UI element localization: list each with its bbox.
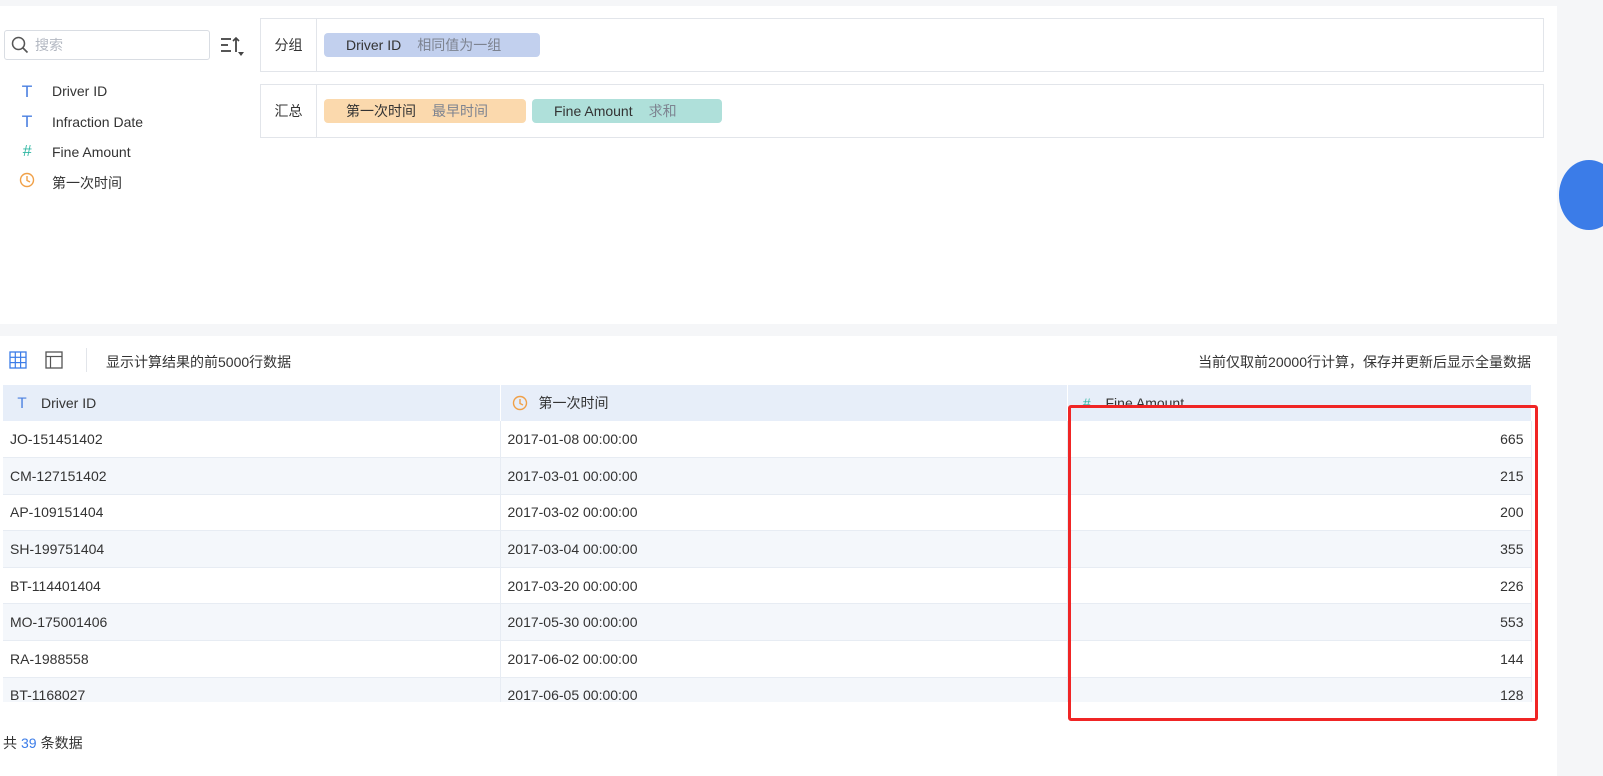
- footer-suffix: 条数据: [40, 735, 83, 751]
- field-item-fine-amount[interactable]: # Fine Amount: [14, 137, 143, 168]
- side-panel-toggle[interactable]: [1559, 160, 1603, 230]
- summary-chip-fine-amount[interactable]: Fine Amount 求和: [532, 99, 722, 123]
- cell-fine-amount: 665: [1067, 421, 1532, 459]
- cell-first-time: 2017-03-20 00:00:00: [500, 567, 1068, 605]
- pivot-view-icon[interactable]: [45, 351, 63, 369]
- text-type-icon: T: [22, 112, 32, 132]
- number-type-icon: #: [1082, 395, 1091, 411]
- field-label: 第一次时间: [52, 174, 122, 191]
- footer-prefix: 共: [3, 735, 17, 751]
- cell-first-time: 2017-01-08 00:00:00: [500, 421, 1068, 459]
- cell-driver-id: AP-109151404: [3, 494, 501, 532]
- field-list: T Driver ID T Infraction Date # Fine Amo…: [14, 76, 143, 198]
- cell-driver-id: MO-175001406: [3, 603, 501, 642]
- cell-fine-amount: 144: [1067, 640, 1532, 678]
- search-input[interactable]: [35, 37, 195, 53]
- cell-first-time: 2017-03-01 00:00:00: [500, 457, 1068, 495]
- chip-mode: 求和: [648, 103, 677, 119]
- row-count: 39: [21, 735, 37, 751]
- calculation-limit-note: 当前仅取前20000行计算，保存并更新后显示全量数据: [1198, 354, 1531, 370]
- sort-fields-button[interactable]: [218, 34, 246, 60]
- field-label: Fine Amount: [52, 144, 131, 161]
- column-header-label: 第一次时间: [538, 395, 609, 411]
- text-type-icon: T: [22, 81, 32, 101]
- column-header-label: Driver ID: [41, 394, 97, 411]
- cell-fine-amount: 355: [1067, 530, 1532, 568]
- search-icon: [11, 36, 29, 54]
- cell-first-time: 2017-05-30 00:00:00: [500, 603, 1068, 642]
- chip-field: Fine Amount: [554, 103, 633, 119]
- text-type-icon: T: [17, 395, 27, 412]
- table-row: SH-199751404 2017-03-04 00:00:00 355: [3, 530, 1532, 568]
- cell-driver-id: RA-1988558: [3, 640, 501, 678]
- toolbar-divider: [86, 348, 87, 372]
- table-row: AP-109151404 2017-03-02 00:00:00 200: [3, 494, 1532, 532]
- column-header-driver-id[interactable]: T Driver ID: [3, 385, 501, 421]
- cell-first-time: 2017-03-04 00:00:00: [500, 530, 1068, 568]
- cell-first-time: 2017-06-05 00:00:00: [500, 677, 1068, 702]
- field-item-driver-id[interactable]: T Driver ID: [14, 76, 143, 107]
- table-header-row: T Driver ID 第一次时间 # Fine Amount: [3, 385, 1532, 421]
- table-row: RA-1988558 2017-06-02 00:00:00 144: [3, 640, 1532, 678]
- cell-driver-id: JO-151451402: [3, 421, 501, 459]
- table-row: JO-151451402 2017-01-08 00:00:00 665: [3, 421, 1532, 459]
- table-row: CM-127151402 2017-03-01 00:00:00 215: [3, 457, 1532, 495]
- config-panel: T Driver ID T Infraction Date # Fine Amo…: [0, 6, 1557, 324]
- table-row: MO-175001406 2017-05-30 00:00:00 553: [3, 603, 1532, 642]
- date-type-icon: [511, 395, 529, 411]
- table-row: BT-114401404 2017-03-20 00:00:00 226: [3, 567, 1532, 605]
- chip-field: 第一次时间: [346, 103, 416, 119]
- cell-fine-amount: 553: [1067, 603, 1532, 642]
- field-search-box[interactable]: [4, 30, 210, 60]
- cell-fine-amount: 215: [1067, 457, 1532, 495]
- field-item-first-time[interactable]: 第一次时间: [14, 168, 143, 199]
- results-table: T Driver ID 第一次时间 # Fine Amount JO-1514514…: [3, 385, 1532, 702]
- summary-zone-label: 汇总: [261, 85, 317, 137]
- results-table-viewport[interactable]: T Driver ID 第一次时间 # Fine Amount JO-1514514…: [0, 385, 1557, 702]
- row-limit-note: 显示计算结果的前5000行数据: [106, 354, 292, 370]
- cell-fine-amount: 200: [1067, 494, 1532, 532]
- cell-first-time: 2017-06-02 00:00:00: [500, 640, 1068, 678]
- number-type-icon: #: [22, 143, 32, 161]
- column-header-fine-amount[interactable]: # Fine Amount: [1067, 385, 1532, 421]
- chip-mode: 相同值为一组: [417, 37, 502, 53]
- cell-driver-id: BT-114401404: [3, 567, 501, 605]
- cell-driver-id: BT-1168027: [3, 677, 501, 702]
- results-panel: 显示计算结果的前5000行数据 当前仅取前20000行计算，保存并更新后显示全量…: [0, 336, 1557, 776]
- column-header-first-time[interactable]: 第一次时间: [500, 385, 1068, 421]
- group-zone-label: 分组: [261, 19, 317, 71]
- date-type-icon: [14, 172, 40, 193]
- cell-driver-id: SH-199751404: [3, 530, 501, 568]
- summary-zone[interactable]: 汇总 第一次时间 最早时间 Fine Amount 求和: [260, 84, 1544, 138]
- field-label: Driver ID: [52, 83, 108, 100]
- grid-view-icon[interactable]: [9, 351, 27, 369]
- group-zone[interactable]: 分组 Driver ID 相同值为一组: [260, 18, 1544, 72]
- summary-chip-first-time[interactable]: 第一次时间 最早时间: [324, 99, 526, 123]
- chip-mode: 最早时间: [432, 103, 488, 119]
- table-row: BT-1168027 2017-06-05 00:00:00 128: [3, 677, 1532, 702]
- cell-driver-id: CM-127151402: [3, 457, 501, 495]
- chip-field: Driver ID: [346, 37, 402, 53]
- field-item-infraction-date[interactable]: T Infraction Date: [14, 107, 143, 138]
- results-toolbar: 显示计算结果的前5000行数据 当前仅取前20000行计算，保存并更新后显示全量…: [0, 336, 1557, 384]
- sort-icon: [221, 36, 244, 56]
- row-count-footer: 共 39 条数据: [3, 733, 83, 753]
- column-header-label: Fine Amount: [1105, 395, 1185, 411]
- field-label: Infraction Date: [52, 113, 144, 130]
- cell-fine-amount: 226: [1067, 567, 1532, 605]
- group-chip-driver-id[interactable]: Driver ID 相同值为一组: [324, 33, 540, 57]
- cell-first-time: 2017-03-02 00:00:00: [500, 494, 1068, 532]
- cell-fine-amount: 128: [1067, 677, 1532, 702]
